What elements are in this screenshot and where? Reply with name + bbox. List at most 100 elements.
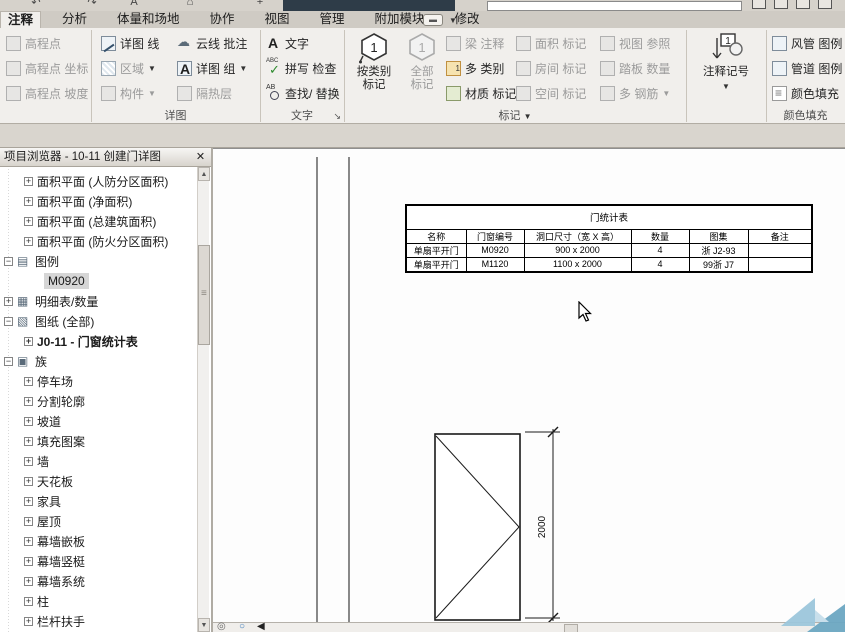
expand-icon[interactable]: + <box>24 197 33 206</box>
scrollbar-thumb[interactable] <box>198 245 210 345</box>
tab-3[interactable]: 协作 <box>203 11 242 28</box>
scroll-left-icon[interactable]: ◀ <box>257 621 265 632</box>
duct-legend-button[interactable]: 风管 图例 <box>772 32 842 54</box>
expand-icon[interactable]: + <box>24 597 33 606</box>
expand-icon[interactable]: + <box>24 377 33 386</box>
tab-0[interactable]: 注释 <box>0 11 41 28</box>
view-reference-button[interactable]: 视图 参照 <box>600 32 670 54</box>
tree-item[interactable]: +面积平面 (人防分区面积) <box>0 171 198 191</box>
component-button[interactable]: 构件▼ <box>101 82 156 104</box>
tree-item[interactable]: M0920 <box>0 271 198 291</box>
door-panel-outline[interactable] <box>435 434 520 620</box>
expand-icon[interactable]: + <box>24 477 33 486</box>
ribbon-collapse-button[interactable]: ▬ <box>423 14 443 26</box>
spot-coordinate-button[interactable]: 高程点 坐标 <box>6 57 88 79</box>
tab-5[interactable]: 管理 <box>313 11 352 28</box>
spot-slope-button[interactable]: 高程点 坡度 <box>6 82 88 104</box>
scroll-down-icon[interactable]: ▼ <box>198 618 210 632</box>
zoom-icon[interactable]: ○ <box>239 621 245 632</box>
3d-view-icon[interactable]: ⌂ <box>182 0 198 10</box>
project-browser-title[interactable]: 项目浏览器 - 10-11 创建门详图 <box>0 148 211 167</box>
expand-icon[interactable]: + <box>24 537 33 546</box>
keynote-button[interactable]: 1 注释记号 ▼ <box>698 30 754 130</box>
favorites-icon[interactable] <box>796 0 810 9</box>
expand-icon[interactable]: + <box>24 237 33 246</box>
schedule-data-row[interactable]: 单扇平开门M0920900 x 20004浙 J2-93 <box>406 243 812 257</box>
expand-icon[interactable]: + <box>24 417 33 426</box>
door-schedule-table[interactable]: 门统计表 名称门窗编号洞口尺寸（宽 X 高）数量图集备注单扇平开门M092090… <box>405 204 813 273</box>
tree-item[interactable]: +幕墙嵌板 <box>0 531 198 551</box>
multi-category-button[interactable]: 多 类别 <box>446 57 504 79</box>
tree-item[interactable]: +墙 <box>0 451 198 471</box>
keynote-dropdown-icon[interactable]: ▼ <box>698 82 754 91</box>
revision-cloud-button[interactable]: 云线 批注 <box>177 32 247 54</box>
chevron-down-icon[interactable]: ▼ <box>449 16 457 25</box>
infocenter-search-input[interactable] <box>487 1 742 11</box>
tree-item[interactable]: +面积平面 (总建筑面积) <box>0 211 198 231</box>
expand-icon[interactable]: + <box>24 617 33 626</box>
find-replace-button[interactable]: 查找/ 替换 <box>266 82 340 104</box>
insulation-button[interactable]: 隔热层 <box>177 82 232 104</box>
expand-icon[interactable]: + <box>24 557 33 566</box>
steering-wheel-icon[interactable]: ◎ <box>217 621 226 632</box>
tree-item[interactable]: +面积平面 (净面积) <box>0 191 198 211</box>
tree-item[interactable]: −▣族 <box>0 351 198 371</box>
multi-rebar-button[interactable]: 多 钢筋▼ <box>600 82 670 104</box>
text-icon[interactable]: A <box>126 0 142 10</box>
tree-item[interactable]: +家具 <box>0 491 198 511</box>
expand-icon[interactable]: + <box>24 517 33 526</box>
panel-tag-dropdown-icon[interactable]: ▼ <box>524 112 532 121</box>
expand-icon[interactable]: + <box>24 497 33 506</box>
expand-icon[interactable]: + <box>24 217 33 226</box>
collapse-icon[interactable]: − <box>4 257 13 266</box>
spelling-button[interactable]: 拼写 检查 <box>266 57 336 79</box>
expand-icon[interactable]: + <box>24 437 33 446</box>
collapse-icon[interactable]: − <box>4 357 13 366</box>
tree-item[interactable]: −▤图例 <box>0 251 198 271</box>
tree-item[interactable]: +幕墙系统 <box>0 571 198 591</box>
tab-2[interactable]: 体量和场地 <box>110 11 187 28</box>
collapse-icon[interactable]: − <box>4 317 13 326</box>
beam-annotation-button[interactable]: 梁 注释 <box>446 32 504 54</box>
detail-line-button[interactable]: 详图 线 <box>101 32 159 54</box>
scrollbar-thumb[interactable] <box>564 624 578 632</box>
tread-number-button[interactable]: 踏板 数量 <box>600 57 670 79</box>
tab-1[interactable]: 分析 <box>55 11 94 28</box>
tree-item[interactable]: +停车场 <box>0 371 198 391</box>
pipe-legend-button[interactable]: 管道 图例 <box>772 57 842 79</box>
expand-icon[interactable]: + <box>24 337 33 346</box>
tree-item[interactable]: +栏杆扶手 <box>0 611 198 631</box>
close-icon[interactable]: ✕ <box>193 150 208 165</box>
undo-icon[interactable]: ↶ <box>28 0 44 10</box>
tree-item[interactable]: +面积平面 (防火分区面积) <box>0 231 198 251</box>
panel-launcher-icon[interactable]: ↘ <box>333 111 341 122</box>
tree-item[interactable]: −▧图纸 (全部) <box>0 311 198 331</box>
redo-icon[interactable]: ↷ <box>84 0 100 10</box>
tab-4[interactable]: 视图 <box>258 11 297 28</box>
space-tag-button[interactable]: 空间 标记 <box>516 82 586 104</box>
area-tag-button[interactable]: 面积 标记 <box>516 32 586 54</box>
tree-item[interactable]: +▦明细表/数量 <box>0 291 198 311</box>
tree-item[interactable]: +屋顶 <box>0 511 198 531</box>
room-tag-button[interactable]: 房间 标记 <box>516 57 586 79</box>
spot-elevation-button[interactable]: 高程点 <box>6 32 61 54</box>
horizontal-scrollbar[interactable]: ◎ ○ ◀ <box>213 622 845 632</box>
exchange-icon[interactable] <box>752 0 766 9</box>
tree-item[interactable]: +天花板 <box>0 471 198 491</box>
tree-item[interactable]: +柱 <box>0 591 198 611</box>
material-tag-button[interactable]: 材质 标记 <box>446 82 516 104</box>
tree-item[interactable]: +填充图案 <box>0 431 198 451</box>
tree-item[interactable]: +幕墙竖梃 <box>0 551 198 571</box>
tree-item[interactable]: +J0-11 - 门窗统计表 <box>0 331 198 351</box>
schedule-data-row[interactable]: 单扇平开门M11201100 x 2000499浙 J7 <box>406 257 812 272</box>
expand-icon[interactable]: + <box>24 177 33 186</box>
help-icon[interactable] <box>818 0 832 9</box>
section-icon[interactable]: + <box>252 0 268 10</box>
color-fill-legend-button[interactable]: 颜色填充 <box>772 82 839 104</box>
expand-icon[interactable]: + <box>24 457 33 466</box>
expand-icon[interactable]: + <box>24 397 33 406</box>
signin-icon[interactable] <box>774 0 788 9</box>
scroll-up-icon[interactable]: ▲ <box>198 167 210 181</box>
drawing-area[interactable]: 2000 门统计表 名称门窗编号洞口尺寸（宽 X 高）数量图集备注单扇平开门M0… <box>213 148 845 632</box>
region-button[interactable]: 区域▼ <box>101 57 156 79</box>
